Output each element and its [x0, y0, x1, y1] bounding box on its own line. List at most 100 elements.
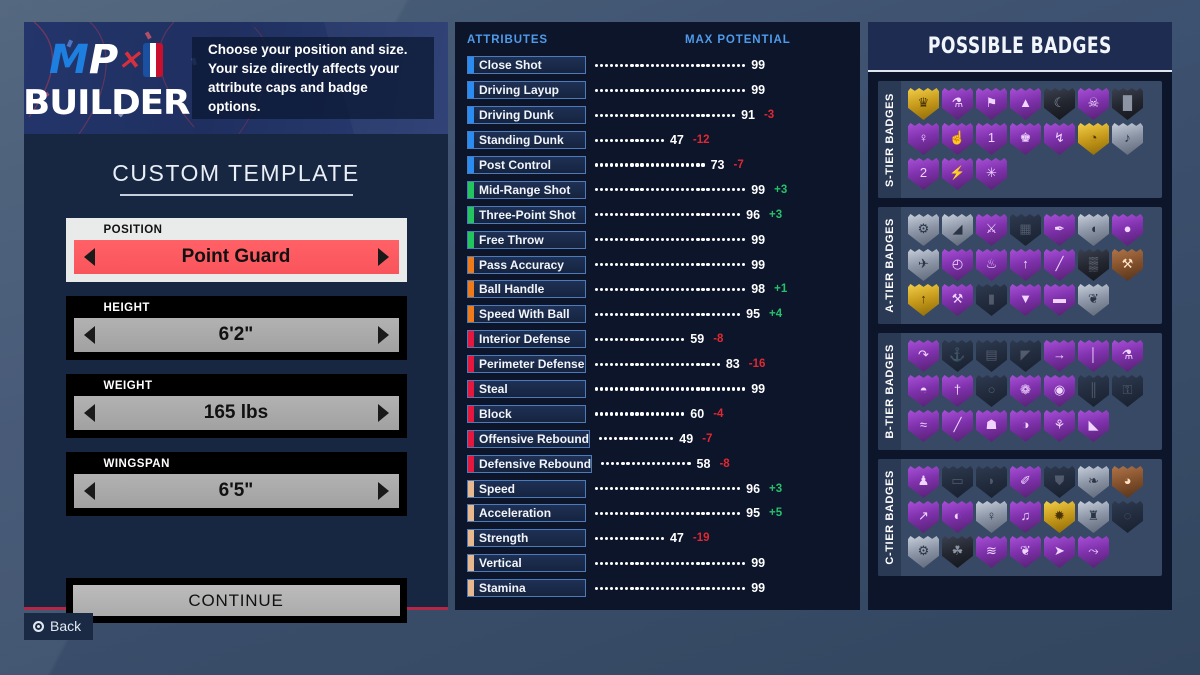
attribute-row[interactable]: Standing Dunk 47 -12 [455, 128, 860, 153]
horn-badge-icon[interactable]: ♪ [1112, 123, 1143, 155]
brush-badge-icon[interactable]: ✐ [1010, 466, 1041, 498]
eye-badge-icon[interactable]: ◉ [1044, 375, 1075, 407]
broom-badge-icon[interactable]: ✒ [1044, 214, 1075, 246]
torch-badge-icon[interactable]: ↑ [908, 284, 939, 316]
ball-badge-icon[interactable]: ● [1112, 214, 1143, 246]
prev-arrow-icon[interactable] [83, 404, 95, 422]
foot-badge-icon[interactable]: ◕ [1112, 466, 1143, 498]
clover-badge-icon[interactable]: ☘ [942, 536, 973, 568]
wingspan-bar[interactable]: 6'5" [73, 474, 399, 508]
next-arrow-icon[interactable] [377, 404, 389, 422]
prev-arrow-icon[interactable] [83, 248, 95, 266]
position-bar[interactable]: Point Guard [73, 240, 399, 274]
wingspan-selector[interactable]: WINGSPAN 6'5" [65, 452, 407, 516]
attribute-row[interactable]: Stamina 99 [455, 576, 860, 601]
attribute-row[interactable]: Speed 96 +3 [455, 476, 860, 501]
attribute-row[interactable]: Driving Layup 99 [455, 78, 860, 103]
attribute-row[interactable]: Strength 47 -19 [455, 526, 860, 551]
attribute-row[interactable]: Ball Handle 98 +1 [455, 277, 860, 302]
next-arrow-icon[interactable] [377, 326, 389, 344]
thrower-badge-icon[interactable]: ♟ [908, 466, 939, 498]
pick-badge-icon[interactable]: ⚒ [942, 284, 973, 316]
wings-badge-icon[interactable]: ✈ [908, 249, 939, 281]
globe-badge-icon[interactable]: ◑ [1010, 410, 1041, 442]
dancer-badge-icon[interactable]: ⚔ [976, 214, 1007, 246]
blade-badge-icon[interactable]: ╱ [1044, 249, 1075, 281]
splash-badge-icon[interactable]: ❁ [1010, 375, 1041, 407]
back-button[interactable]: Back [24, 613, 94, 640]
hammer-badge-icon[interactable]: ⚒ [1112, 249, 1143, 281]
post-badge-icon[interactable]: │ [1078, 340, 1109, 372]
trophy-badge-icon[interactable]: ♛ [908, 88, 939, 120]
chest-badge-icon[interactable]: ☗ [976, 410, 1007, 442]
attribute-row[interactable]: Acceleration 95 +5 [455, 501, 860, 526]
attribute-row[interactable]: Speed With Ball 95 +4 [455, 302, 860, 327]
hand-badge-icon[interactable]: ☝ [942, 123, 973, 155]
next-arrow-icon[interactable] [377, 482, 389, 500]
dash-badge-icon[interactable]: ➤ [1044, 536, 1075, 568]
feather-badge-icon[interactable]: ❧ [1078, 466, 1109, 498]
bench-badge-icon[interactable]: ▬ [1044, 284, 1075, 316]
attribute-row[interactable]: Post Control 73 -7 [455, 153, 860, 178]
shield-badge-icon[interactable]: ⛊ [1044, 466, 1075, 498]
duck-badge-icon[interactable]: ❦ [1010, 536, 1041, 568]
continue-button-frame[interactable]: CONTINUE [65, 578, 407, 623]
potion-badge-icon[interactable]: ⚗ [942, 88, 973, 120]
door-badge-icon[interactable]: ▭ [942, 466, 973, 498]
rabbit-badge-icon[interactable]: → [1044, 340, 1075, 372]
crown-badge-icon[interactable]: ♚ [1010, 123, 1041, 155]
orb-badge-icon[interactable]: ○ [976, 375, 1007, 407]
bolt-badge-icon[interactable]: ⚡ [942, 158, 973, 190]
mic-badge-icon[interactable]: ♀ [976, 501, 1007, 533]
statue-badge-icon[interactable]: ♜ [1078, 501, 1109, 533]
leg-badge-icon[interactable]: ↷ [908, 340, 939, 372]
pillar-badge-icon[interactable]: █ [1112, 88, 1143, 120]
attribute-row[interactable]: Driving Dunk 91 -3 [455, 103, 860, 128]
leap-badge-icon[interactable]: ↗ [908, 501, 939, 533]
lock-badge-icon[interactable]: ⚿ [1112, 375, 1143, 407]
ghost-badge-icon[interactable]: ◌ [1112, 501, 1143, 533]
attribute-row[interactable]: Perimeter Defense 83 -16 [455, 352, 860, 377]
spark-badge-icon[interactable]: ✳ [976, 158, 1007, 190]
bee-badge-icon[interactable]: ✹ [1044, 501, 1075, 533]
bird-badge-icon[interactable]: ❦ [1078, 284, 1109, 316]
attribute-row[interactable]: Mid-Range Shot 99 +3 [455, 177, 860, 202]
skull-badge-icon[interactable]: ☠ [1078, 88, 1109, 120]
attribute-row[interactable]: Three-Point Shot 96 +3 [455, 202, 860, 227]
shadow-badge-icon[interactable]: ▮ [976, 284, 1007, 316]
robot-badge-icon[interactable]: ⚙ [908, 214, 939, 246]
bat-badge-icon[interactable]: ▲ [1010, 88, 1041, 120]
clock-badge-icon[interactable]: ◴ [942, 249, 973, 281]
figure-badge-icon[interactable]: ♀ [908, 123, 939, 155]
attribute-row[interactable]: Steal 99 [455, 377, 860, 402]
gate-badge-icon[interactable]: ║ [1078, 375, 1109, 407]
attribute-row[interactable]: Block 60 -4 [455, 401, 860, 426]
attribute-row[interactable]: Pass Accuracy 99 [455, 252, 860, 277]
moon-badge-icon[interactable]: ☾ [1044, 88, 1075, 120]
net-badge-icon[interactable]: ▒ [1078, 249, 1109, 281]
prev-arrow-icon[interactable] [83, 326, 95, 344]
signal-badge-icon[interactable]: ◔ [1078, 123, 1109, 155]
swipe-badge-icon[interactable]: ⤳ [1078, 536, 1109, 568]
flask-badge-icon[interactable]: ⚗ [1112, 340, 1143, 372]
weight-selector[interactable]: WEIGHT 165 lbs [65, 374, 407, 438]
needle-badge-icon[interactable]: ⚑ [976, 88, 1007, 120]
continue-button[interactable]: CONTINUE [72, 585, 400, 616]
two-badge-icon[interactable]: 2 [908, 158, 939, 190]
guitar-badge-icon[interactable]: ♫ [1010, 501, 1041, 533]
shell-badge-icon[interactable]: ◖ [1078, 214, 1109, 246]
jumper-badge-icon[interactable]: ↯ [1044, 123, 1075, 155]
wave-badge-icon[interactable]: ≋ [976, 536, 1007, 568]
glide-badge-icon[interactable]: ≈ [908, 410, 939, 442]
arrow-badge-icon[interactable]: ↑ [1010, 249, 1041, 281]
sword-badge-icon[interactable]: ╱ [942, 410, 973, 442]
gear-badge-icon[interactable]: ⚙ [908, 536, 939, 568]
next-arrow-icon[interactable] [377, 248, 389, 266]
wall-badge-icon[interactable]: ▦ [1010, 214, 1041, 246]
one-badge-icon[interactable]: 1 [976, 123, 1007, 155]
attribute-row[interactable]: Offensive Rebound 49 -7 [455, 426, 860, 451]
dome-badge-icon[interactable]: ◓ [908, 375, 939, 407]
pin-badge-icon[interactable]: ▼ [1010, 284, 1041, 316]
height-selector[interactable]: HEIGHT 6'2" [65, 296, 407, 360]
anchor-badge-icon[interactable]: ⚓ [942, 340, 973, 372]
